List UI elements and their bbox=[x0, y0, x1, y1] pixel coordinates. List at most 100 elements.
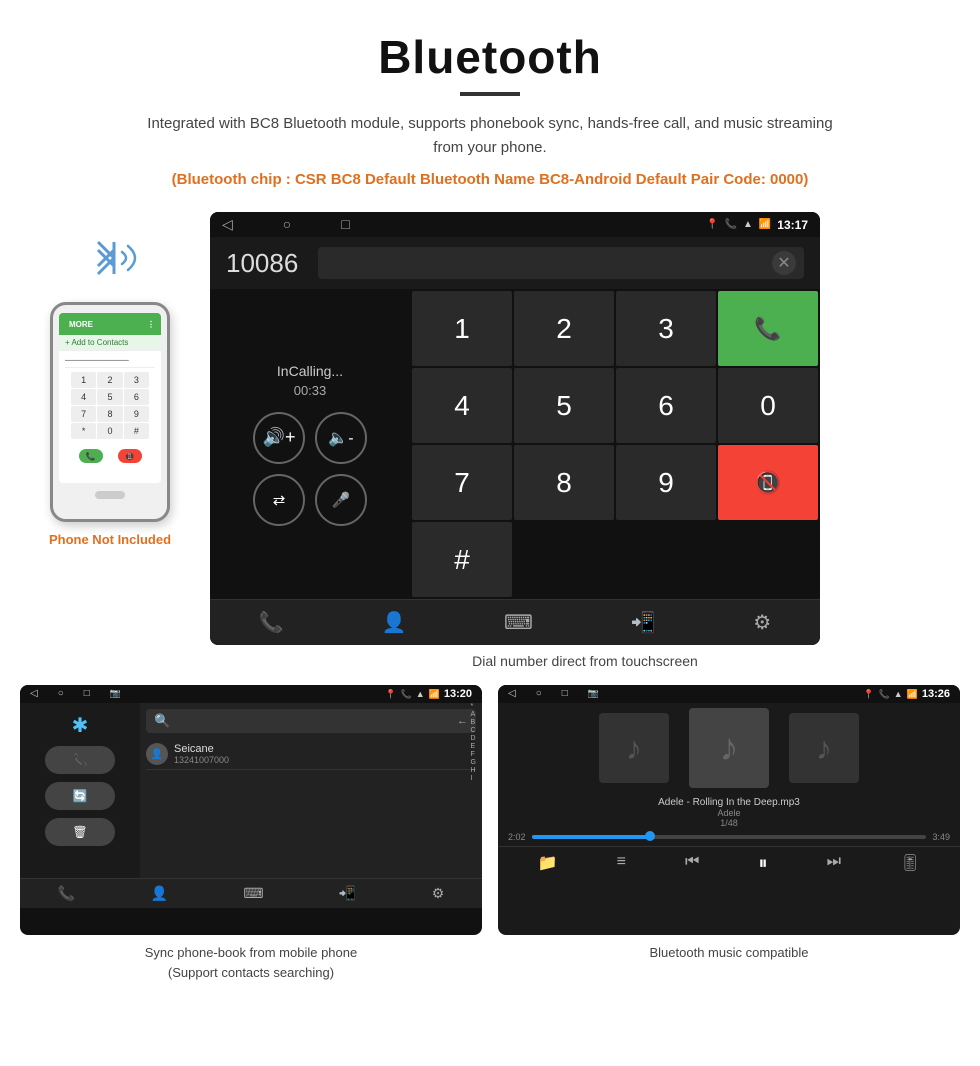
contact-row[interactable]: 👤 Seicane 13241007000 bbox=[146, 739, 476, 770]
music-prev-icon[interactable]: ⏮ bbox=[685, 853, 699, 874]
dialer-content: InCalling... 00:33 🔊+ 🔈- ⇄ 🎤 1 2 3 � bbox=[210, 289, 820, 599]
display-number: 10086 bbox=[226, 248, 298, 279]
number-display: 10086 ✕ bbox=[210, 237, 820, 289]
incalling-label: InCalling... bbox=[277, 363, 343, 379]
phone-dialpad: 1 2 3 4 5 6 7 8 9 * 0 # bbox=[71, 372, 149, 439]
album-art-right: ♪ bbox=[789, 713, 859, 783]
music-screen: ◁○□📷 📍📞▲📶 13:26 ♪ ♪ ♪ bbox=[498, 685, 960, 935]
dial-accept[interactable]: 📞 bbox=[718, 291, 818, 366]
call-duration: 00:33 bbox=[277, 383, 343, 398]
status-time: 13:17 bbox=[777, 218, 808, 232]
pb-nav-contact[interactable]: 👤 bbox=[151, 885, 168, 902]
music-time: 13:26 bbox=[922, 688, 950, 700]
dial-5[interactable]: 5 bbox=[514, 368, 614, 443]
music-play-icon[interactable]: ⏸ bbox=[759, 853, 768, 874]
pb-content: ✱ 📞 🔄 🗑 🔍 ← 👤 Seicane bbox=[20, 703, 482, 878]
music-eq-icon[interactable]: 🎚 bbox=[900, 853, 920, 874]
nav-settings-icon[interactable]: ⚙ bbox=[753, 610, 771, 635]
pb-search-bar[interactable]: 🔍 ← bbox=[146, 709, 476, 733]
phonebook-caption: Sync phone-book from mobile phone (Suppo… bbox=[20, 935, 482, 990]
dialer-bottomnav: 📞 👤 ⌨ 📲 ⚙ bbox=[210, 599, 820, 645]
dialer-left: InCalling... 00:33 🔊+ 🔈- ⇄ 🎤 bbox=[210, 289, 410, 599]
artist-name: Adele bbox=[498, 808, 960, 818]
music-list-icon[interactable]: ≡ bbox=[617, 853, 626, 874]
page-subtitle: Integrated with BC8 Bluetooth module, su… bbox=[140, 112, 840, 160]
phone-bottom-bar: 📞 📵 bbox=[65, 443, 155, 469]
dial-3[interactable]: 3 bbox=[616, 291, 716, 366]
progress-fill bbox=[532, 835, 650, 839]
screenshots-row: ◁○□📷 📍📞▲📶 13:20 ✱ 📞 🔄 🗑 bbox=[0, 685, 980, 990]
music-note-main-icon: ♪ bbox=[720, 727, 739, 770]
music-controls: 📁 ≡ ⏮ ⏸ ⏭ 🎚 bbox=[498, 846, 960, 880]
pb-sync-btn[interactable]: 🔄 bbox=[45, 782, 115, 810]
title-underline bbox=[460, 92, 520, 96]
phone-top-bar: MORE ⋮ bbox=[59, 313, 161, 335]
dial-hash[interactable]: # bbox=[412, 522, 512, 597]
page-title: Bluetooth bbox=[60, 30, 920, 84]
nav-call-icon[interactable]: 📞 bbox=[259, 610, 284, 635]
display-input-box: ✕ bbox=[318, 247, 804, 279]
dialer-caption: Dial number direct from touchscreen bbox=[210, 645, 960, 685]
dialer-navbar: ◁○□ bbox=[222, 216, 350, 233]
bluetooth-signal-icon bbox=[70, 222, 150, 297]
dial-reject[interactable]: 📵 bbox=[718, 445, 818, 520]
bluetooth-info: (Bluetooth chip : CSR BC8 Default Blueto… bbox=[60, 168, 920, 192]
dialer-screenshot-container: ◁○□ 📍📞▲📶 13:17 10086 ✕ bbox=[210, 212, 960, 685]
call-status: InCalling... 00:33 bbox=[277, 363, 343, 398]
pb-sidebar: ✱ 📞 🔄 🗑 bbox=[20, 703, 140, 878]
phone-contact-row: + Add to Contacts bbox=[59, 335, 161, 351]
pb-delete-btn[interactable]: 🗑 bbox=[45, 818, 115, 846]
phonebook-screen: ◁○□📷 📍📞▲📶 13:20 ✱ 📞 🔄 🗑 bbox=[20, 685, 482, 935]
call-controls: 🔊+ 🔈- ⇄ 🎤 bbox=[253, 412, 367, 526]
music-statusbar: ◁○□📷 📍📞▲📶 13:26 bbox=[498, 685, 960, 703]
pb-main: 🔍 ← 👤 Seicane 13241007000 *ABCDEFGHI bbox=[140, 703, 482, 878]
total-time: 3:49 bbox=[932, 832, 950, 842]
music-block: ◁○□📷 📍📞▲📶 13:26 ♪ ♪ ♪ bbox=[498, 685, 960, 990]
main-content: MORE ⋮ + Add to Contacts ────────── 1 2 … bbox=[0, 202, 980, 685]
phone-mockup: MORE ⋮ + Add to Contacts ────────── 1 2 … bbox=[50, 302, 170, 522]
dial-8[interactable]: 8 bbox=[514, 445, 614, 520]
pb-nav-settings[interactable]: ⚙ bbox=[432, 885, 445, 902]
progress-bar[interactable] bbox=[532, 835, 927, 839]
nav-keypad-icon[interactable]: ⌨ bbox=[504, 610, 533, 635]
nav-contacts-icon[interactable]: 👤 bbox=[381, 610, 406, 635]
nav-transfer2-icon[interactable]: 📲 bbox=[631, 610, 656, 635]
music-progress: 2:02 3:49 bbox=[498, 832, 960, 846]
android-dialer-screen: ◁○□ 📍📞▲📶 13:17 10086 ✕ bbox=[210, 212, 820, 645]
alpha-index: *ABCDEFGHI bbox=[471, 703, 476, 782]
music-folder-icon[interactable]: 📁 bbox=[538, 853, 558, 874]
dial-0[interactable]: 0 bbox=[718, 368, 818, 443]
music-album-area: ♪ ♪ ♪ bbox=[498, 703, 960, 793]
transfer-btn[interactable]: ⇄ bbox=[253, 474, 305, 526]
pb-time: 13:20 bbox=[444, 688, 472, 700]
contact-number: 13241007000 bbox=[174, 755, 229, 765]
music-next-icon[interactable]: ⏭ bbox=[827, 853, 841, 874]
search-icon: 🔍 bbox=[154, 713, 170, 729]
vol-down-btn[interactable]: 🔈- bbox=[315, 412, 367, 464]
dial-2[interactable]: 2 bbox=[514, 291, 614, 366]
dial-1[interactable]: 1 bbox=[412, 291, 512, 366]
current-time: 2:02 bbox=[508, 832, 526, 842]
dial-9[interactable]: 9 bbox=[616, 445, 716, 520]
search-input-area[interactable] bbox=[176, 715, 451, 727]
album-art-main: ♪ bbox=[689, 708, 769, 788]
dial-4[interactable]: 4 bbox=[412, 368, 512, 443]
page-header: Bluetooth Integrated with BC8 Bluetooth … bbox=[0, 0, 980, 202]
bt-icon: ✱ bbox=[72, 713, 89, 738]
pb-nav-transfer[interactable]: 📲 bbox=[339, 885, 356, 902]
dial-6[interactable]: 6 bbox=[616, 368, 716, 443]
phone-end-btn: 📵 bbox=[118, 449, 142, 463]
music-info: Adele - Rolling In the Deep.mp3 Adele 1/… bbox=[498, 793, 960, 832]
phonebook-block: ◁○□📷 📍📞▲📶 13:20 ✱ 📞 🔄 🗑 bbox=[20, 685, 482, 990]
dial-7[interactable]: 7 bbox=[412, 445, 512, 520]
contact-avatar: 👤 bbox=[146, 743, 168, 765]
contact-name: Seicane bbox=[174, 743, 229, 755]
pb-call-btn[interactable]: 📞 bbox=[45, 746, 115, 774]
pb-nav-keypad[interactable]: ⌨ bbox=[243, 885, 263, 902]
pb-nav-call[interactable]: 📞 bbox=[58, 885, 75, 902]
statusbar-icons: 📍📞▲📶 13:17 bbox=[706, 216, 808, 233]
back-arrow-icon: ← bbox=[457, 715, 468, 727]
music-note-icon: ♪ bbox=[626, 730, 642, 767]
vol-up-btn[interactable]: 🔊+ bbox=[253, 412, 305, 464]
mic-btn[interactable]: 🎤 bbox=[315, 474, 367, 526]
